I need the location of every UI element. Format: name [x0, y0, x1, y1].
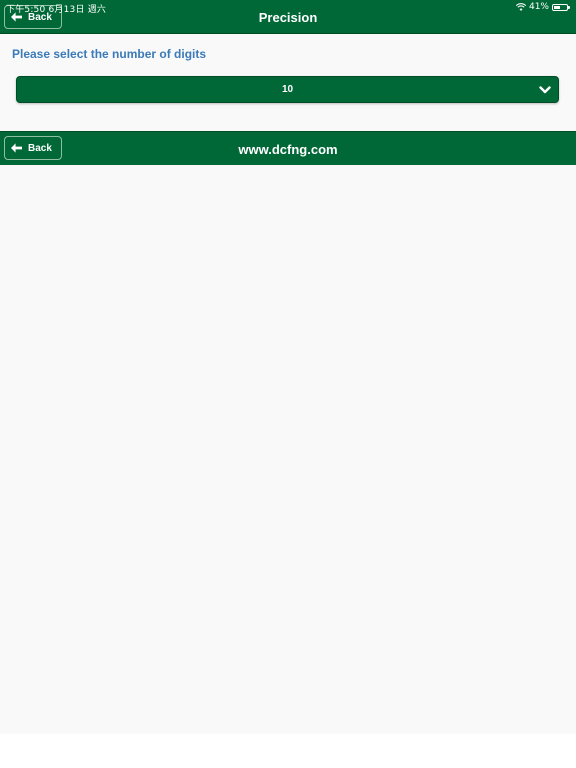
- digits-prompt: Please select the number of digits: [12, 47, 207, 61]
- wifi-icon: [515, 3, 526, 11]
- empty-content-area: [0, 165, 576, 734]
- digits-select[interactable]: 10: [16, 76, 559, 103]
- footer-website: www.dcfng.com: [238, 142, 338, 157]
- digits-select-value: 10: [281, 84, 294, 95]
- chevron-down-icon: [539, 86, 551, 94]
- battery-icon: [552, 3, 570, 11]
- footer-bar: Back www.dcfng.com: [0, 131, 576, 165]
- battery-percentage: 41%: [528, 2, 549, 12]
- status-bar: 下午5:50 6月13日 週六 41%: [0, 0, 576, 15]
- precision-content: Please select the number of digits 10: [0, 34, 576, 131]
- status-time-date: 下午5:50 6月13日 週六: [6, 5, 107, 15]
- status-right-group: 41%: [515, 2, 570, 12]
